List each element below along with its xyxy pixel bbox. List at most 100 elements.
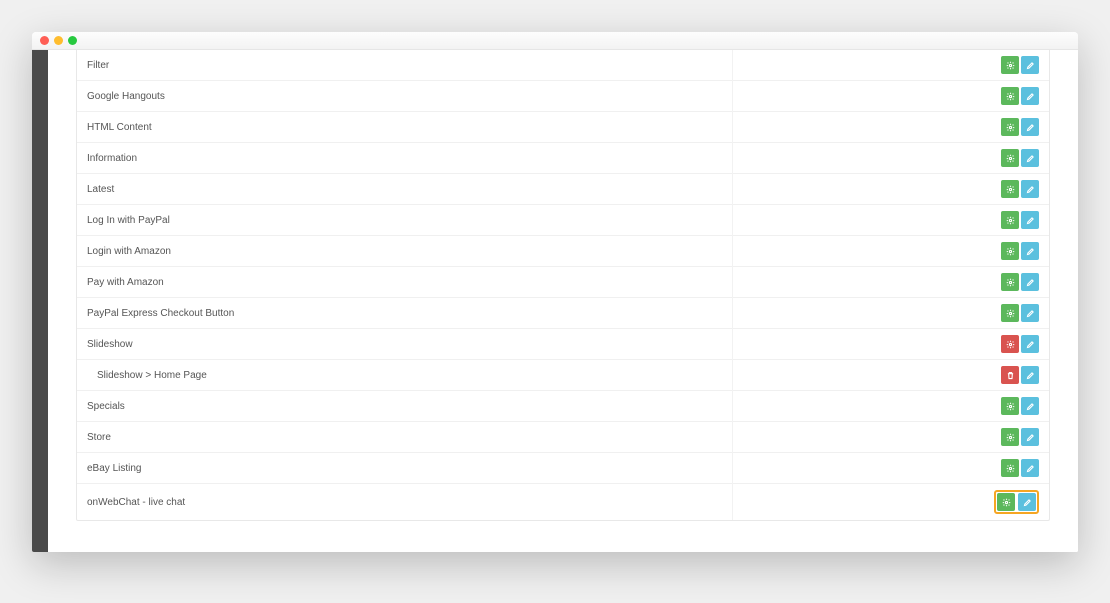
- pencil-icon: [1026, 154, 1035, 163]
- table-row: Slideshow > Home Page: [77, 360, 1049, 391]
- table-row: Login with Amazon: [77, 236, 1049, 267]
- pencil-icon: [1026, 123, 1035, 132]
- admin-sidebar[interactable]: [32, 50, 48, 552]
- install-button[interactable]: [1001, 149, 1019, 167]
- table-row: onWebChat - live chat: [77, 484, 1049, 521]
- gear-icon: [1006, 309, 1015, 318]
- edit-button[interactable]: [1021, 118, 1039, 136]
- gear-icon: [1006, 154, 1015, 163]
- uninstall-button[interactable]: [1001, 335, 1019, 353]
- edit-button[interactable]: [1021, 366, 1039, 384]
- edit-button[interactable]: [1021, 459, 1039, 477]
- module-name: HTML Content: [87, 122, 152, 133]
- module-name: Information: [87, 153, 137, 164]
- edit-button[interactable]: [1021, 304, 1039, 322]
- install-button[interactable]: [1001, 118, 1019, 136]
- edit-button[interactable]: [1021, 149, 1039, 167]
- table-row: Latest: [77, 174, 1049, 205]
- install-button[interactable]: [1001, 180, 1019, 198]
- table-row: PayPal Express Checkout Button: [77, 298, 1049, 329]
- gear-icon: [1006, 464, 1015, 473]
- gear-icon: [1006, 92, 1015, 101]
- install-button[interactable]: [1001, 211, 1019, 229]
- module-name: Specials: [87, 401, 125, 412]
- pencil-icon: [1026, 216, 1035, 225]
- install-button[interactable]: [1001, 428, 1019, 446]
- trash-icon: [1006, 371, 1015, 380]
- module-name: Filter: [87, 60, 109, 71]
- gear-icon: [1006, 340, 1015, 349]
- edit-button[interactable]: [1021, 180, 1039, 198]
- edit-button[interactable]: [1018, 493, 1036, 511]
- pencil-icon: [1026, 61, 1035, 70]
- browser-window: Filter Google Hangouts HTML Content Informa…: [32, 32, 1078, 552]
- module-name: Login with Amazon: [87, 246, 171, 257]
- pencil-icon: [1026, 433, 1035, 442]
- install-button[interactable]: [1001, 87, 1019, 105]
- modules-panel: Filter Google Hangouts HTML Content Informa…: [76, 50, 1050, 521]
- module-name: Slideshow > Home Page: [87, 370, 207, 381]
- module-name: eBay Listing: [87, 463, 141, 474]
- gear-icon: [1006, 123, 1015, 132]
- pencil-icon: [1026, 185, 1035, 194]
- table-row: Google Hangouts: [77, 81, 1049, 112]
- close-icon[interactable]: [40, 36, 49, 45]
- pencil-icon: [1026, 371, 1035, 380]
- edit-button[interactable]: [1021, 56, 1039, 74]
- install-button[interactable]: [1001, 273, 1019, 291]
- gear-icon: [1006, 278, 1015, 287]
- delete-button[interactable]: [1001, 366, 1019, 384]
- module-name: PayPal Express Checkout Button: [87, 308, 234, 319]
- edit-button[interactable]: [1021, 211, 1039, 229]
- edit-button[interactable]: [1021, 242, 1039, 260]
- pencil-icon: [1026, 92, 1035, 101]
- table-row: Information: [77, 143, 1049, 174]
- pencil-icon: [1026, 464, 1035, 473]
- gear-icon: [1006, 61, 1015, 70]
- pencil-icon: [1026, 278, 1035, 287]
- gear-icon: [1006, 247, 1015, 256]
- install-button[interactable]: [1001, 56, 1019, 74]
- gear-icon: [1006, 402, 1015, 411]
- pencil-icon: [1026, 402, 1035, 411]
- install-button[interactable]: [997, 493, 1015, 511]
- table-row: eBay Listing: [77, 453, 1049, 484]
- table-row: HTML Content: [77, 112, 1049, 143]
- module-name: Google Hangouts: [87, 91, 165, 102]
- gear-icon: [1006, 185, 1015, 194]
- table-row: Pay with Amazon: [77, 267, 1049, 298]
- table-row: Slideshow: [77, 329, 1049, 360]
- table-row: Store: [77, 422, 1049, 453]
- main-content: Filter Google Hangouts HTML Content Informa…: [48, 50, 1078, 552]
- install-button[interactable]: [1001, 242, 1019, 260]
- gear-icon: [1002, 498, 1011, 507]
- module-name: Log In with PayPal: [87, 215, 170, 226]
- table-row: Log In with PayPal: [77, 205, 1049, 236]
- install-button[interactable]: [1001, 459, 1019, 477]
- module-name: Latest: [87, 184, 114, 195]
- edit-button[interactable]: [1021, 87, 1039, 105]
- table-row: Filter: [77, 50, 1049, 81]
- maximize-icon[interactable]: [68, 36, 77, 45]
- edit-button[interactable]: [1021, 397, 1039, 415]
- module-name: Slideshow: [87, 339, 133, 350]
- pencil-icon: [1026, 340, 1035, 349]
- edit-button[interactable]: [1021, 273, 1039, 291]
- pencil-icon: [1023, 498, 1032, 507]
- window-titlebar: [32, 32, 1078, 50]
- module-name: onWebChat - live chat: [87, 497, 185, 508]
- gear-icon: [1006, 433, 1015, 442]
- minimize-icon[interactable]: [54, 36, 63, 45]
- modules-table: Filter Google Hangouts HTML Content Informa…: [77, 50, 1049, 520]
- edit-button[interactable]: [1021, 428, 1039, 446]
- install-button[interactable]: [1001, 397, 1019, 415]
- highlight-box: [994, 490, 1039, 514]
- edit-button[interactable]: [1021, 335, 1039, 353]
- module-name: Store: [87, 432, 111, 443]
- install-button[interactable]: [1001, 304, 1019, 322]
- table-row: Specials: [77, 391, 1049, 422]
- pencil-icon: [1026, 309, 1035, 318]
- module-name: Pay with Amazon: [87, 277, 164, 288]
- pencil-icon: [1026, 247, 1035, 256]
- gear-icon: [1006, 216, 1015, 225]
